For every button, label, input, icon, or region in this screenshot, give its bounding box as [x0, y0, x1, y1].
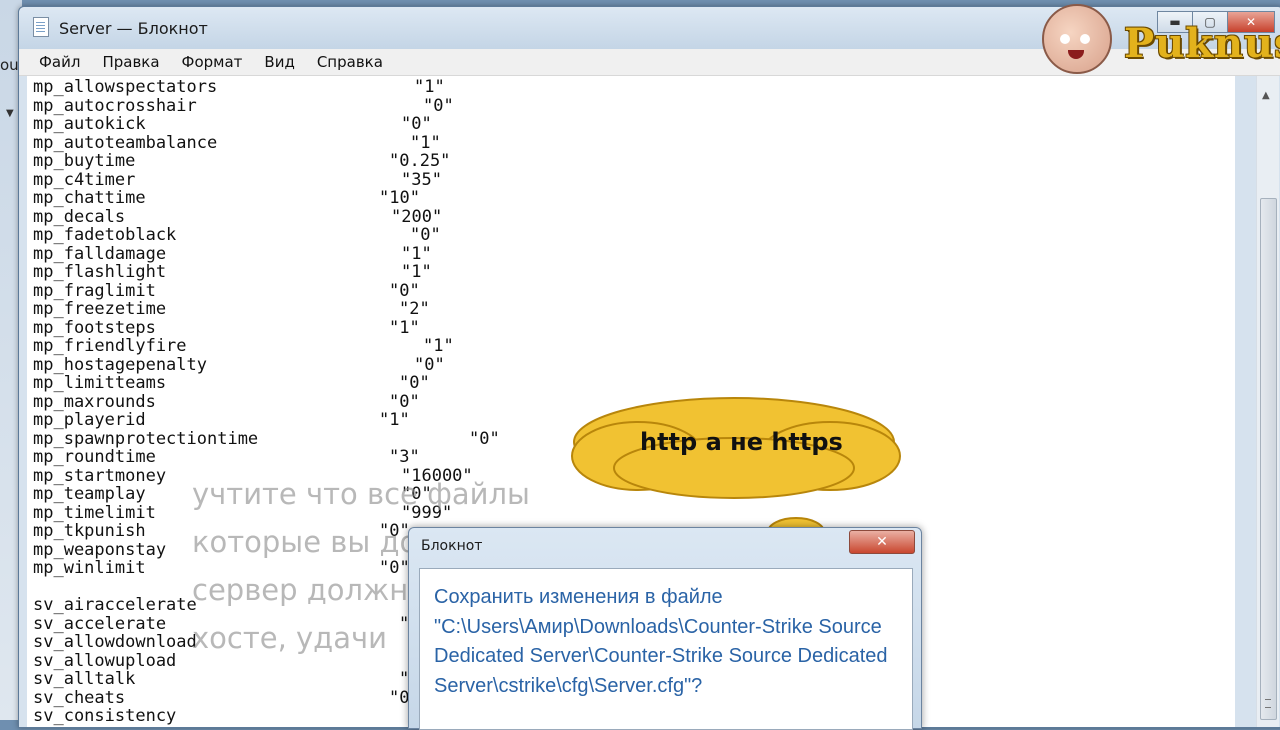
cvar-value: "1" [423, 336, 454, 356]
cvar-name: mp_winlimit [33, 558, 146, 578]
cvar-name: mp_decals [33, 206, 126, 227]
cvar-name: mp_footsteps [33, 317, 156, 338]
cvar-name: mp_spawnprotectiontime [33, 428, 259, 449]
cvar-name: mp_flashlight [33, 262, 167, 282]
cvar-name: mp_autokick [33, 114, 146, 134]
cvar-value: "0" [410, 225, 441, 245]
cvar-name: sv_accelerate [33, 613, 167, 634]
cvar-name: mp_fadetoblack [33, 225, 177, 245]
cvar-value: "0" [423, 95, 454, 116]
bubble-text: http а не https [640, 428, 843, 456]
menu-edit[interactable]: Правка [90, 53, 169, 71]
cvar-value: "1" [401, 243, 432, 264]
cvar-name: mp_tkpunish [33, 521, 146, 541]
menu-format[interactable]: Формат [170, 53, 253, 71]
cvar-value: "0" [399, 373, 430, 393]
mascot-face-icon [1042, 4, 1112, 74]
cvar-name: mp_timelimit [33, 502, 156, 523]
cvar-value: "0" [389, 391, 420, 412]
cvar-value: "1" [379, 410, 410, 430]
cvar-name: mp_hostagepenalty [33, 354, 207, 375]
cvar-value: "0" [389, 280, 420, 301]
cvar-value: "10" [379, 188, 420, 208]
cvar-value: "0" [414, 354, 445, 375]
cvar-value: "1" [410, 132, 441, 153]
cvar-value: "1" [389, 317, 420, 338]
puknus-logo: Puknus [1038, 0, 1280, 80]
cvar-value: "0 [389, 687, 410, 708]
notepad-icon[interactable] [33, 17, 49, 37]
cvar-value: "0" [401, 114, 432, 134]
save-changes-dialog: Блокнот ✕ Сохранить изменения в файле "C… [408, 527, 922, 730]
cvar-value: "35" [401, 169, 442, 190]
menu-file[interactable]: Файл [27, 53, 90, 71]
cvar-name: mp_autoteambalance [33, 132, 218, 153]
cvar-value: "1" [414, 77, 445, 97]
cvar-name: mp_friendlyfire [33, 336, 187, 356]
scrollbar-thumb[interactable] [1260, 198, 1277, 720]
cvar-name: sv_allowdownload [33, 632, 197, 652]
cvar-name: mp_falldamage [33, 243, 167, 264]
cvar-name: mp_weaponstay [33, 539, 167, 560]
dialog-body: Сохранить изменения в файле "C:\Users\Ам… [419, 568, 913, 730]
cvar-name: sv_airaccelerate [33, 595, 197, 615]
cvar-value: "3" [389, 447, 420, 467]
cvar-value: "200" [391, 206, 443, 227]
menu-help[interactable]: Справка [305, 53, 393, 71]
cvar-name: sv_cheats [33, 687, 126, 708]
cvar-name: sv_allowupload [33, 650, 177, 671]
cvar-name: sv_consistency [33, 706, 177, 726]
cvar-name: mp_playerid [33, 410, 146, 430]
cvar-name: mp_chattime [33, 188, 146, 208]
vertical-scrollbar[interactable]: ▲ [1256, 76, 1279, 727]
cvar-value: "2" [399, 299, 430, 319]
cvar-name: mp_buytime [33, 151, 136, 171]
logo-text: Puknus [1124, 20, 1280, 67]
cvar-name: mp_teamplay [33, 484, 146, 504]
scroll-up-arrow-icon[interactable]: ▲ [1262, 90, 1270, 101]
cvar-value: "0" [469, 428, 500, 449]
cvar-name: mp_fraglimit [33, 280, 156, 301]
cvar-value: "1" [401, 262, 432, 282]
dialog-close-button[interactable]: ✕ [849, 530, 915, 554]
chevron-down-icon: ▼ [6, 108, 14, 119]
scrollbar-grip-icon [1265, 699, 1271, 708]
cvar-name: mp_freezetime [33, 299, 167, 319]
cvar-name: mp_c4timer [33, 169, 136, 190]
cvar-value: "0.25" [389, 151, 451, 171]
cvar-name: mp_roundtime [33, 447, 156, 467]
cvar-name: mp_limitteams [33, 373, 167, 393]
window-title: Server — Блокнот [59, 19, 208, 38]
cvar-name: mp_startmoney [33, 465, 167, 486]
dialog-title: Блокнот [421, 538, 483, 554]
menu-view[interactable]: Вид [252, 53, 304, 71]
cvar-name: sv_alltalk [33, 669, 136, 689]
cvar-name: mp_maxrounds [33, 391, 156, 412]
cvar-name: mp_autocrosshair [33, 95, 197, 116]
dialog-message: Сохранить изменения в файле "C:\Users\Ам… [434, 586, 888, 697]
cvar-name: mp_allowspectators [33, 77, 218, 97]
